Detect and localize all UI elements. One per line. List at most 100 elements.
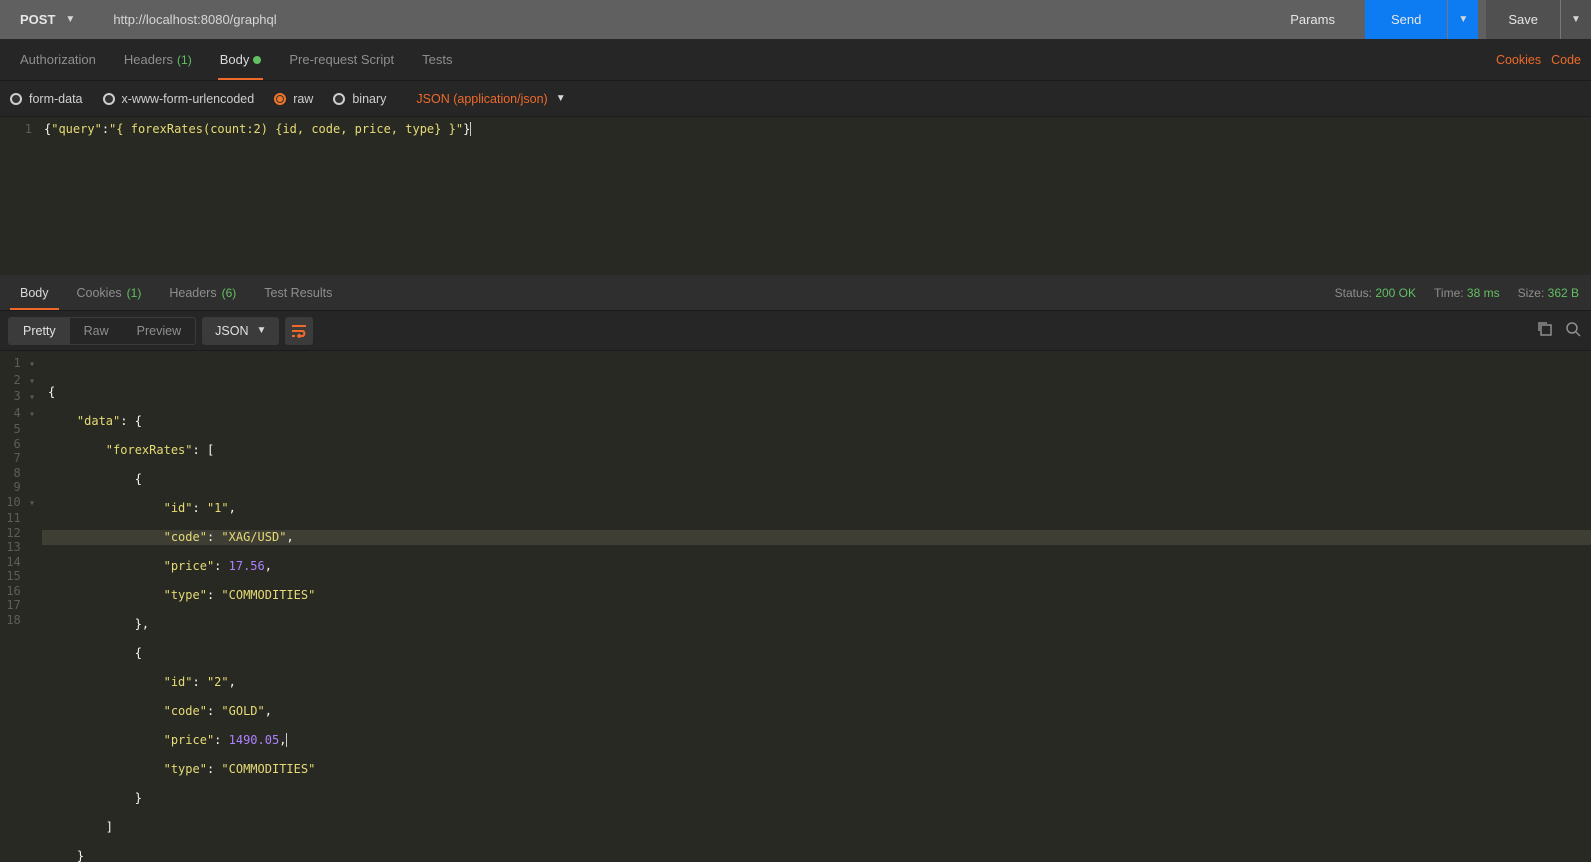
response-toolbar-right <box>1537 311 1581 350</box>
send-dropdown-button[interactable]: ▼ <box>1448 0 1478 39</box>
radio-binary[interactable]: binary <box>333 92 386 106</box>
send-button[interactable]: Send <box>1365 0 1447 39</box>
line-number: 7 <box>0 451 36 466</box>
radio-binary-label: binary <box>352 92 386 106</box>
line-number: 6 <box>0 437 36 452</box>
tab-response-headers-count: (6) <box>222 286 237 300</box>
response-format-label: JSON <box>215 324 248 338</box>
line-number: 12 <box>0 526 36 541</box>
view-raw[interactable]: Raw <box>70 318 123 344</box>
tab-body[interactable]: Body <box>206 39 276 80</box>
body-type-row: form-data x-www-form-urlencoded raw bina… <box>0 81 1591 117</box>
http-method-select[interactable]: POST ▼ <box>0 0 93 39</box>
response-gutter: 1 ▾ 2 ▾ 3 ▾ 4 ▾ 5 6 7 8 9 10 ▾ 11 12 13 … <box>0 351 42 862</box>
radio-urlencoded-label: x-www-form-urlencoded <box>122 92 255 106</box>
response-body-editor[interactable]: 1 ▾ 2 ▾ 3 ▾ 4 ▾ 5 6 7 8 9 10 ▾ 11 12 13 … <box>0 351 1591 862</box>
save-dropdown-button[interactable]: ▼ <box>1561 0 1591 39</box>
response-status-bar: Status: 200 OK Time: 38 ms Size: 362 B <box>1335 275 1579 310</box>
line-number: 3 ▾ <box>0 389 36 406</box>
tab-response-cookies-count: (1) <box>127 286 142 300</box>
url-input[interactable] <box>101 0 1260 39</box>
key-token: "query" <box>51 122 102 136</box>
tab-headers[interactable]: Headers (1) <box>110 39 206 80</box>
tab-headers-count: (1) <box>177 53 192 67</box>
response-format-select[interactable]: JSON ▼ <box>202 317 279 345</box>
request-body-editor[interactable]: 1 {"query":"{ forexRates(count:2) {id, c… <box>0 117 1591 275</box>
chevron-down-icon: ▼ <box>556 93 566 104</box>
size-label: Size: <box>1518 286 1545 300</box>
response-tabs: Body Cookies (1) Headers (6) Test Result… <box>0 275 1591 311</box>
status-value: 200 OK <box>1375 286 1416 300</box>
time-label: Time: <box>1434 286 1464 300</box>
copy-response-button[interactable] <box>1537 321 1553 340</box>
tab-response-cookies-label: Cookies <box>77 286 122 300</box>
wrap-icon <box>291 324 307 338</box>
line-number: 17 <box>0 598 36 613</box>
line-number: 16 <box>0 584 36 599</box>
tab-response-headers-label: Headers <box>169 286 216 300</box>
tab-response-headers[interactable]: Headers (6) <box>155 275 250 310</box>
response-body-content: { "data": { "forexRates": [ { "id": "1",… <box>42 351 1591 862</box>
search-response-button[interactable] <box>1565 321 1581 340</box>
text-cursor <box>470 122 471 136</box>
time-group: Time: 38 ms <box>1434 286 1500 300</box>
view-pretty[interactable]: Pretty <box>9 318 70 344</box>
unsaved-dot-icon <box>253 56 261 64</box>
status-group: Status: 200 OK <box>1335 286 1416 300</box>
tab-authorization[interactable]: Authorization <box>6 39 110 80</box>
params-button[interactable]: Params <box>1268 0 1357 39</box>
save-button-group: Save ▼ <box>1486 0 1591 39</box>
line-number: 14 <box>0 555 36 570</box>
view-mode-segment: Pretty Raw Preview <box>8 317 196 345</box>
line-number: 1 ▾ <box>0 356 36 373</box>
status-label: Status: <box>1335 286 1372 300</box>
request-gutter: 1 <box>0 117 40 275</box>
line-number: 1 <box>0 121 32 137</box>
line-number: 11 <box>0 511 36 526</box>
tab-response-cookies[interactable]: Cookies (1) <box>63 275 156 310</box>
raw-format-select[interactable]: JSON (application/json) ▼ <box>416 92 565 106</box>
colon-token: : <box>102 122 109 136</box>
request-top-bar: POST ▼ Params Send ▼ Save ▼ <box>0 0 1591 39</box>
radio-urlencoded[interactable]: x-www-form-urlencoded <box>103 92 255 106</box>
tab-response-body[interactable]: Body <box>6 275 63 310</box>
tab-body-label: Body <box>220 52 250 67</box>
view-preview[interactable]: Preview <box>123 318 195 344</box>
line-number: 8 <box>0 466 36 481</box>
tab-pre-request-script[interactable]: Pre-request Script <box>275 39 408 80</box>
tab-headers-label: Headers <box>124 52 173 67</box>
cookies-link[interactable]: Cookies <box>1496 53 1541 67</box>
chevron-down-icon: ▼ <box>1571 14 1581 25</box>
radio-form-data-label: form-data <box>29 92 83 106</box>
line-number: 2 ▾ <box>0 373 36 390</box>
chevron-down-icon: ▼ <box>256 325 266 336</box>
save-button[interactable]: Save <box>1486 0 1560 39</box>
line-number: 4 ▾ <box>0 406 36 423</box>
line-number: 15 <box>0 569 36 584</box>
response-toolbar: Pretty Raw Preview JSON ▼ <box>0 311 1591 351</box>
line-number: 9 <box>0 480 36 495</box>
size-value: 362 B <box>1548 286 1579 300</box>
line-number: 13 <box>0 540 36 555</box>
line-number: 5 <box>0 422 36 437</box>
code-link[interactable]: Code <box>1551 53 1581 67</box>
time-value: 38 ms <box>1467 286 1500 300</box>
tab-test-results[interactable]: Test Results <box>250 275 346 310</box>
line-number: 10 ▾ <box>0 495 36 512</box>
radio-form-data[interactable]: form-data <box>10 92 83 106</box>
send-button-group: Send ▼ <box>1365 0 1478 39</box>
radio-icon <box>10 93 22 105</box>
radio-raw[interactable]: raw <box>274 92 313 106</box>
string-token: "{ forexRates(count:2) {id, code, price,… <box>109 122 463 136</box>
line-number: 18 <box>0 613 36 628</box>
radio-icon <box>333 93 345 105</box>
radio-icon <box>103 93 115 105</box>
copy-icon <box>1537 321 1553 337</box>
request-body-content: {"query":"{ forexRates(count:2) {id, cod… <box>40 117 1591 275</box>
request-right-links: Cookies Code <box>1496 39 1581 80</box>
wrap-lines-button[interactable] <box>285 317 313 345</box>
chevron-down-icon: ▼ <box>65 14 75 25</box>
tab-tests[interactable]: Tests <box>408 39 466 80</box>
radio-icon <box>274 93 286 105</box>
radio-raw-label: raw <box>293 92 313 106</box>
